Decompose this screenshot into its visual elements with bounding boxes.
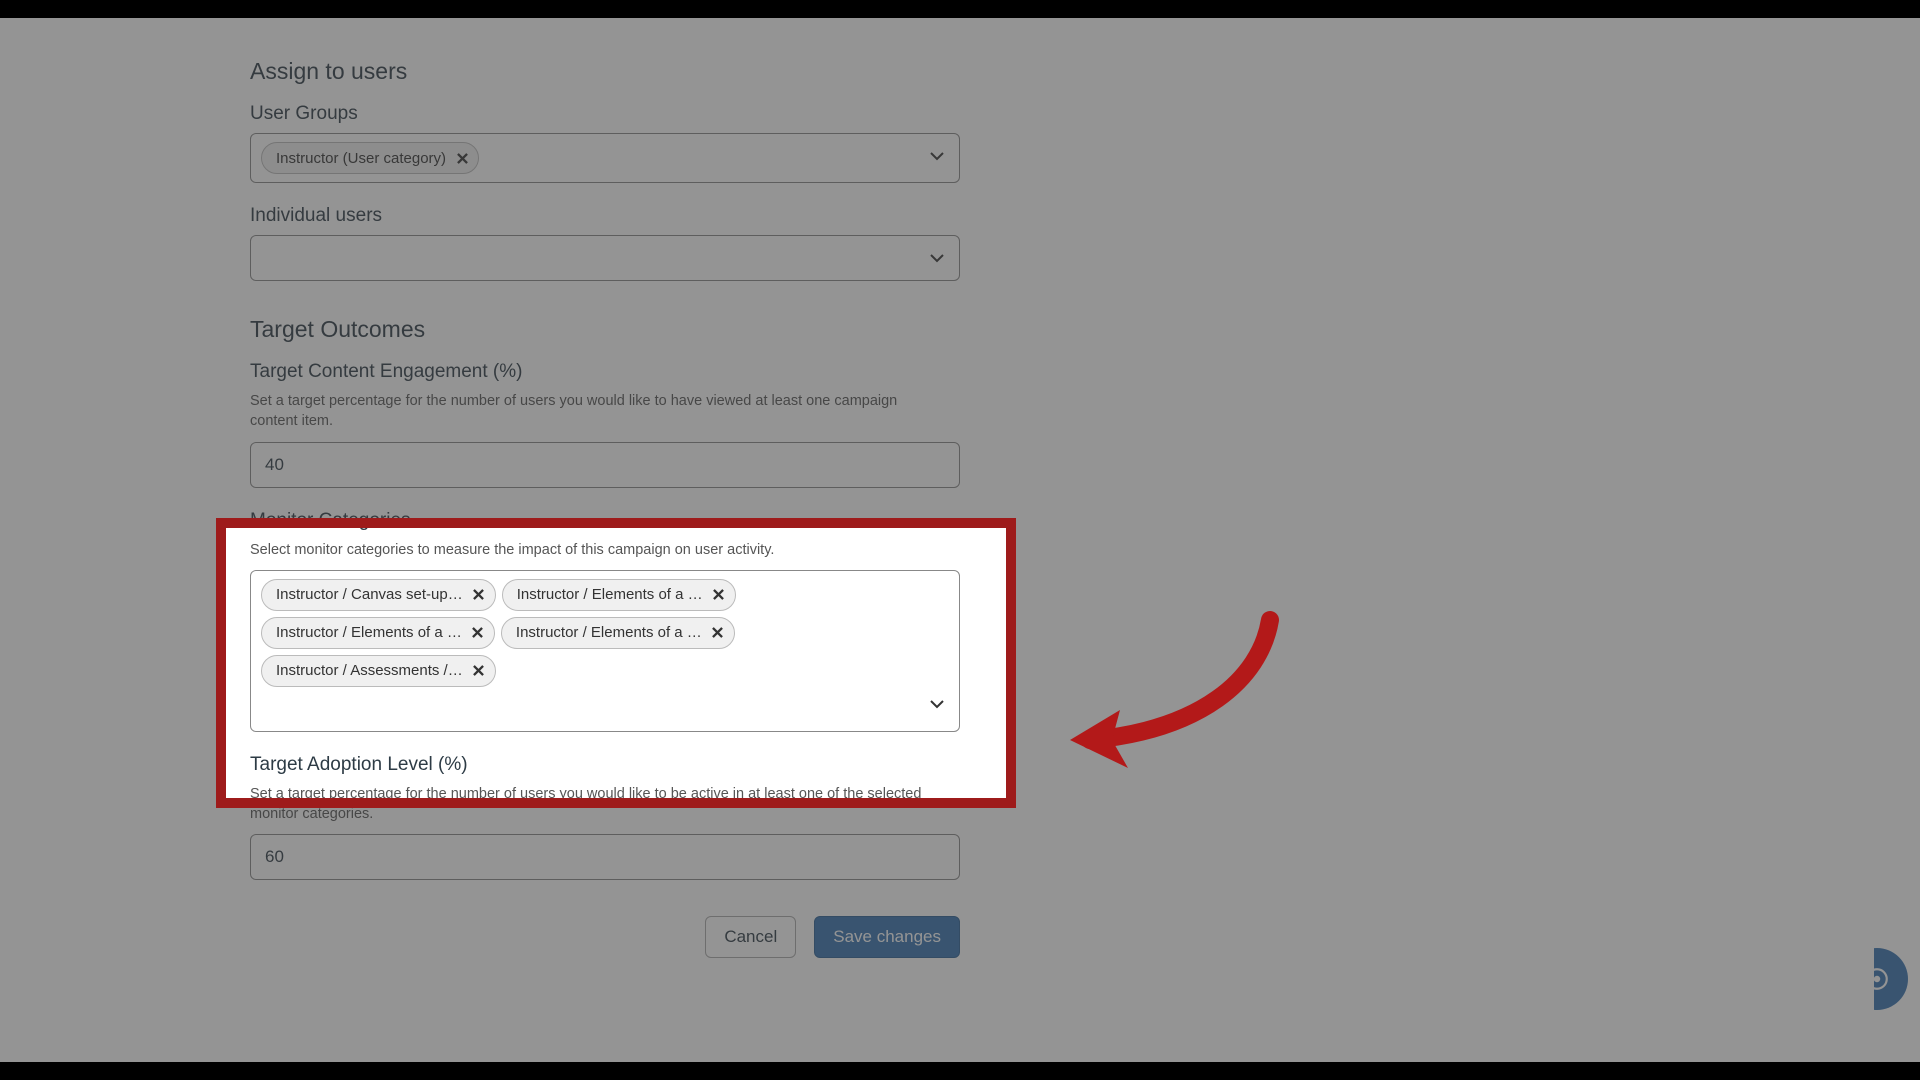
chip-monitor-category: Instructor / Assessments /… — [261, 655, 496, 687]
individual-users-field: Individual users — [250, 205, 960, 281]
close-icon[interactable] — [470, 625, 486, 641]
target-engagement-label: Target Content Engagement (%) — [250, 361, 960, 383]
chip-label: Instructor / Assessments /… — [276, 662, 463, 679]
chip-label: Instructor / Canvas set-up… — [276, 586, 463, 603]
chip-label: Instructor / Elements of a … — [276, 624, 462, 641]
target-engagement-help: Set a target percentage for the number o… — [250, 391, 930, 432]
close-icon[interactable] — [471, 663, 487, 679]
save-button[interactable]: Save changes — [814, 916, 960, 958]
letterbox-bottom — [0, 1062, 1920, 1080]
form-page: Assign to users User Groups Instructor (… — [0, 18, 1920, 1062]
monitor-categories-field: Monitor Categories Select monitor catego… — [250, 510, 960, 732]
assign-section-title: Assign to users — [250, 58, 960, 85]
form-wrapper: Assign to users User Groups Instructor (… — [250, 58, 960, 958]
target-engagement-field: Target Content Engagement (%) Set a targ… — [250, 361, 960, 488]
chip-monitor-category: Instructor / Elements of a … — [261, 617, 495, 649]
monitor-categories-label: Monitor Categories — [250, 510, 960, 532]
outcomes-section-title: Target Outcomes — [250, 316, 960, 343]
chip-monitor-category: Instructor / Elements of a … — [502, 579, 736, 611]
button-row: Cancel Save changes — [250, 916, 960, 958]
close-icon[interactable] — [454, 150, 470, 166]
chevron-down-icon[interactable] — [929, 696, 945, 717]
chip-label: Instructor (User category) — [276, 150, 446, 167]
user-groups-label: User Groups — [250, 103, 960, 125]
chevron-down-icon[interactable] — [929, 250, 945, 271]
target-adoption-help: Set a target percentage for the number o… — [250, 784, 930, 825]
target-adoption-label: Target Adoption Level (%) — [250, 754, 960, 776]
close-icon[interactable] — [710, 625, 726, 641]
individual-users-select[interactable] — [250, 235, 960, 281]
chip-label: Instructor / Elements of a … — [517, 586, 703, 603]
chip-user-group: Instructor (User category) — [261, 142, 479, 174]
monitor-categories-help: Select monitor categories to measure the… — [250, 540, 930, 560]
monitor-categories-select[interactable]: Instructor / Canvas set-up… Instructor /… — [250, 570, 960, 732]
user-groups-select[interactable]: Instructor (User category) — [250, 133, 960, 183]
chip-monitor-category: Instructor / Elements of a … — [501, 617, 735, 649]
target-adoption-input[interactable] — [250, 834, 960, 880]
chip-monitor-category: Instructor / Canvas set-up… — [261, 579, 496, 611]
individual-users-label: Individual users — [250, 205, 960, 227]
close-icon[interactable] — [711, 587, 727, 603]
cancel-button[interactable]: Cancel — [705, 916, 796, 958]
letterbox-top — [0, 0, 1920, 18]
user-groups-field: User Groups Instructor (User category) — [250, 103, 960, 183]
close-icon[interactable] — [471, 587, 487, 603]
target-adoption-field: Target Adoption Level (%) Set a target p… — [250, 754, 960, 881]
chevron-down-icon[interactable] — [929, 148, 945, 169]
chip-label: Instructor / Elements of a … — [516, 624, 702, 641]
target-engagement-input[interactable] — [250, 442, 960, 488]
